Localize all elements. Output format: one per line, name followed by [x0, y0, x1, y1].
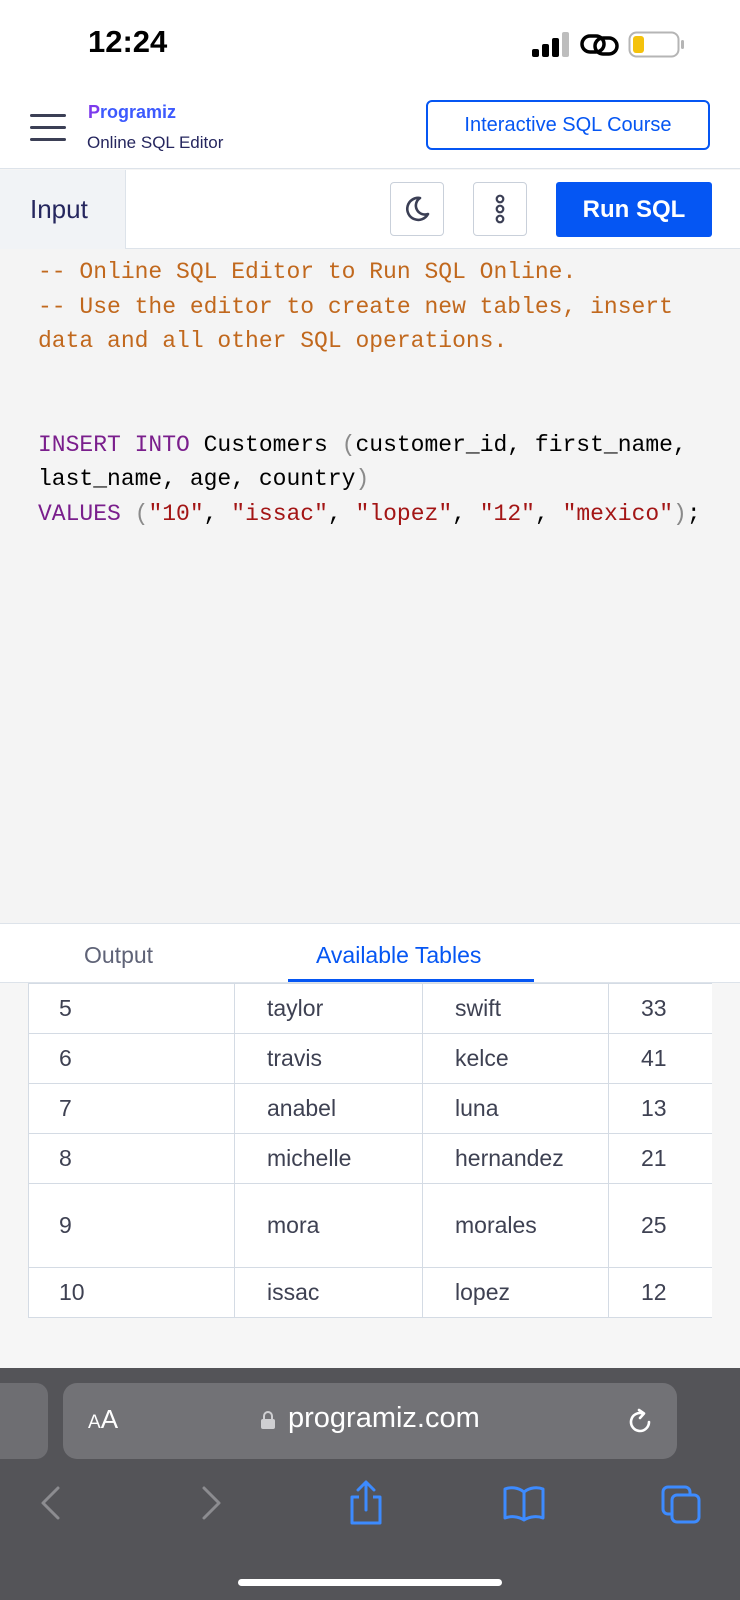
- code-values-paren-close: ): [673, 500, 687, 527]
- code-comment-2: -- Use the editor to create new tables, …: [38, 293, 687, 355]
- cell-id: 7: [28, 1083, 235, 1134]
- link-icon: [580, 34, 619, 56]
- table-row: 8 michelle hernandez 21: [28, 1133, 712, 1184]
- code-value-5: "mexico": [562, 500, 673, 527]
- table-row: 10 issac lopez 12: [28, 1267, 712, 1318]
- tab-output[interactable]: Output: [84, 942, 153, 969]
- cell-last-name: hernandez: [422, 1133, 609, 1184]
- battery-icon: [628, 31, 684, 58]
- cell-id: 8: [28, 1133, 235, 1184]
- tab-input[interactable]: Input: [0, 170, 126, 249]
- more-options-button[interactable]: [473, 182, 527, 236]
- code-paren-open: (: [341, 431, 356, 458]
- home-indicator: [238, 1579, 502, 1586]
- logo-initial: P: [88, 102, 101, 122]
- aa-small: A: [88, 1412, 101, 1433]
- run-sql-button[interactable]: Run SQL: [556, 182, 712, 237]
- code-value-3: "lopez": [355, 500, 453, 527]
- cell-first-name: mora: [234, 1183, 423, 1268]
- results-table-container[interactable]: 5 taylor swift 33 6 travis kelce 41 7 an…: [28, 983, 712, 1318]
- tabs-icon[interactable]: [660, 1484, 702, 1524]
- status-time: 12:24: [88, 24, 168, 59]
- code-keyword-values: VALUES: [38, 500, 121, 527]
- bookmarks-icon[interactable]: [502, 1484, 546, 1522]
- table-row: 7 anabel luna 13: [28, 1083, 712, 1134]
- reader-settings-button[interactable]: AA: [88, 1404, 118, 1435]
- interactive-course-button[interactable]: Interactive SQL Course: [426, 100, 710, 150]
- aa-large: A: [100, 1404, 119, 1434]
- cell-age: 25: [608, 1183, 712, 1268]
- cell-id: 5: [28, 983, 235, 1034]
- code-value-4: "12": [479, 500, 535, 527]
- moon-icon: [405, 196, 430, 222]
- table-row: 9 mora morales 25: [28, 1183, 712, 1268]
- code-value-2: "issac": [231, 500, 328, 527]
- back-icon[interactable]: [38, 1485, 64, 1521]
- tab-available-tables[interactable]: Available Tables: [316, 942, 481, 969]
- cell-first-name: anabel: [234, 1083, 423, 1134]
- cell-age: 41: [608, 1033, 712, 1084]
- cell-age: 21: [608, 1133, 712, 1184]
- cell-age: 12: [608, 1267, 712, 1318]
- cell-age: 13: [608, 1083, 712, 1134]
- cell-age: 33: [608, 983, 712, 1034]
- more-vertical-icon: [495, 194, 505, 224]
- forward-icon[interactable]: [198, 1485, 224, 1521]
- cell-last-name: luna: [422, 1083, 609, 1134]
- cell-id: 6: [28, 1033, 235, 1084]
- cell-last-name: morales: [422, 1183, 609, 1268]
- cell-first-name: taylor: [234, 983, 423, 1034]
- programiz-logo[interactable]: Programiz: [88, 102, 176, 123]
- previous-tab-preview[interactable]: [0, 1383, 48, 1459]
- cell-id: 10: [28, 1267, 235, 1318]
- code-paren-close: ): [355, 466, 370, 492]
- logo-text: rogramiz: [100, 102, 177, 122]
- lock-icon: [261, 1411, 275, 1429]
- cell-last-name: kelce: [422, 1033, 609, 1084]
- code-values-paren-open: (: [134, 500, 149, 527]
- theme-toggle-button[interactable]: [390, 182, 444, 236]
- cell-first-name: issac: [234, 1267, 423, 1318]
- code-content[interactable]: -- Online SQL Editor to Run SQL Online. …: [38, 255, 728, 531]
- cell-last-name: swift: [422, 983, 609, 1034]
- cell-first-name: michelle: [234, 1133, 423, 1184]
- code-table-name: Customers: [189, 431, 342, 458]
- active-tab-indicator: [288, 979, 534, 982]
- page-subtitle: Online SQL Editor: [87, 133, 224, 152]
- reload-icon[interactable]: [624, 1406, 656, 1438]
- share-icon[interactable]: [346, 1480, 386, 1526]
- code-value-1: "10": [148, 500, 204, 527]
- table-row: 5 taylor swift 33: [28, 983, 712, 1034]
- code-keyword-insert: INSERT INTO: [38, 431, 190, 458]
- hamburger-icon[interactable]: [30, 114, 66, 142]
- url-text[interactable]: programiz.com: [288, 1402, 480, 1435]
- cell-id: 9: [28, 1183, 235, 1268]
- signal-icon: [532, 32, 572, 58]
- table-row: 6 travis kelce 41: [28, 1033, 712, 1084]
- results-table: 5 taylor swift 33 6 travis kelce 41 7 an…: [28, 983, 712, 1318]
- code-comment-1: -- Online SQL Editor to Run SQL Online.: [38, 259, 577, 285]
- cell-last-name: lopez: [422, 1267, 609, 1318]
- cell-first-name: travis: [234, 1033, 423, 1084]
- code-terminator: ;: [686, 500, 701, 527]
